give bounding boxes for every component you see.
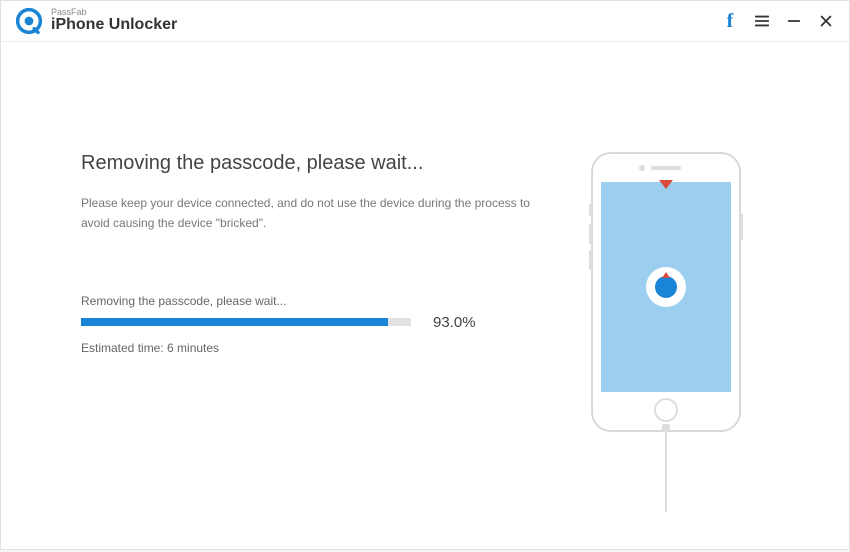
pointer-down-icon [659, 180, 673, 189]
phone-screen-icon [601, 182, 731, 392]
compass-core-icon [655, 276, 677, 298]
instruction-text: Please keep your device connected, and d… [81, 193, 541, 234]
progress-percent: 93.0% [433, 314, 476, 331]
titlebar-right: f [721, 12, 835, 30]
phone-volume-down-icon [589, 250, 592, 270]
app-window: PassFab iPhone Unlocker f Removing the p… [0, 0, 850, 550]
home-button-icon [654, 398, 678, 422]
phone-wrap [591, 152, 741, 512]
app-logo-icon [15, 7, 43, 35]
compass-icon [646, 267, 686, 307]
progress-bar [81, 318, 411, 326]
titlebar-left: PassFab iPhone Unlocker [15, 7, 177, 35]
progress-fill [81, 318, 388, 326]
menu-icon[interactable] [753, 12, 771, 30]
page-heading: Removing the passcode, please wait... [81, 152, 551, 175]
device-illustration [551, 152, 781, 512]
minimize-icon[interactable] [785, 12, 803, 30]
phone-outline-icon [591, 152, 741, 432]
brand-large: iPhone Unlocker [51, 17, 177, 34]
progress-row: 93.0% [81, 314, 551, 331]
estimated-time: Estimated time: 6 minutes [81, 341, 551, 355]
app-title: PassFab iPhone Unlocker [51, 8, 177, 34]
content-area: Removing the passcode, please wait... Pl… [1, 42, 849, 552]
phone-camera-icon [639, 165, 645, 171]
phone-volume-up-icon [589, 224, 592, 244]
facebook-icon[interactable]: f [721, 12, 739, 30]
status-panel: Removing the passcode, please wait... Pl… [81, 152, 551, 512]
progress-label: Removing the passcode, please wait... [81, 294, 551, 308]
phone-mute-switch-icon [589, 204, 592, 216]
phone-speaker-icon [651, 166, 681, 170]
titlebar: PassFab iPhone Unlocker f [1, 1, 849, 42]
close-icon[interactable] [817, 12, 835, 30]
phone-power-button-icon [740, 214, 743, 240]
usb-cable-icon [665, 432, 667, 512]
